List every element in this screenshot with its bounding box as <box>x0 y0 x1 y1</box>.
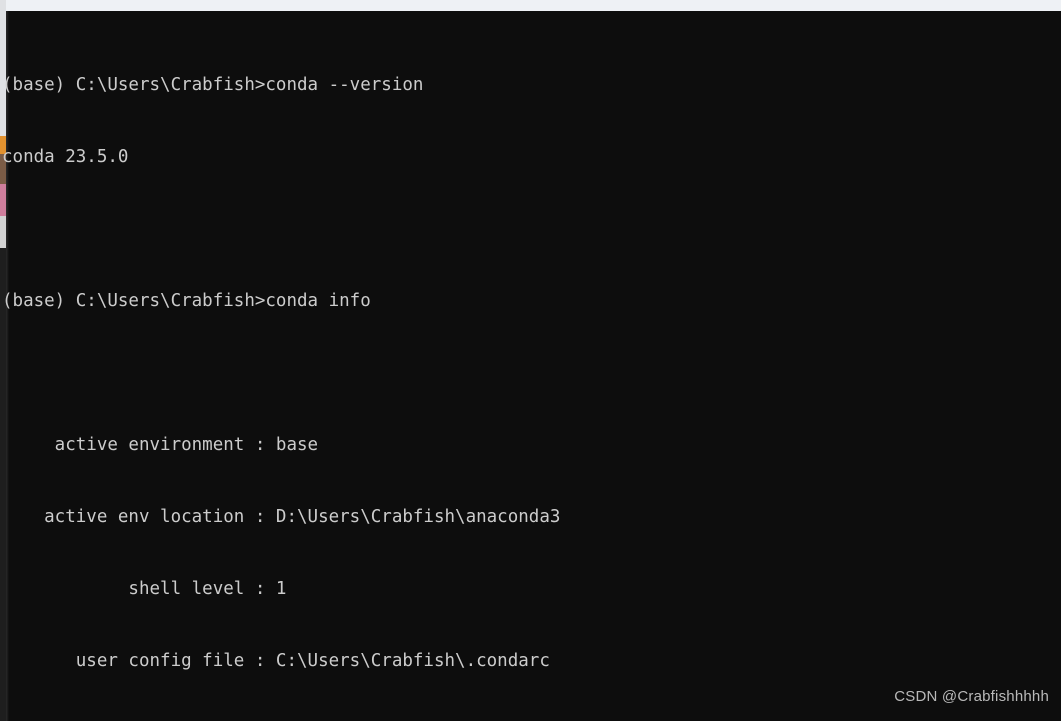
console-line: active env location : D:\Users\Crabfish\… <box>2 507 561 527</box>
terminal-window: (base) C:\Users\Crabfish>conda --version… <box>0 0 1061 721</box>
console-line: active environment : base <box>2 435 319 455</box>
console-line: user config file : C:\Users\Crabfish\.co… <box>2 651 550 671</box>
console-line: conda 23.5.0 <box>2 147 129 167</box>
console-line: (base) C:\Users\Crabfish>conda info <box>2 291 371 311</box>
console-line: (base) C:\Users\Crabfish>conda --version <box>2 75 424 95</box>
csdn-watermark: CSDN @Crabfishhhhh <box>894 688 1049 705</box>
console-output-area[interactable]: (base) C:\Users\Crabfish>conda --version… <box>0 11 1061 721</box>
window-top-band <box>0 0 1061 11</box>
console-line: shell level : 1 <box>2 579 287 599</box>
